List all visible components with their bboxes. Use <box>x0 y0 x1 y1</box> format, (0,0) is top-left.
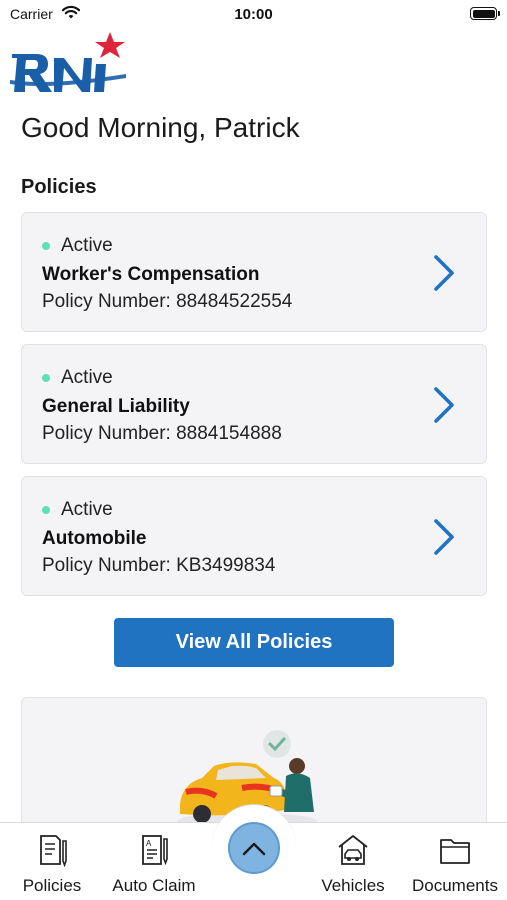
greeting: Good Morning, Patrick <box>21 112 300 143</box>
active-status-dot <box>42 374 50 382</box>
active-status-dot <box>42 242 50 250</box>
status-row: Active <box>42 235 113 257</box>
chevron-right-icon[interactable] <box>432 253 458 293</box>
chevron-up-icon <box>242 842 266 856</box>
policy-number: Policy Number: 88484522554 <box>42 291 293 312</box>
tab-label: Policies <box>22 876 82 895</box>
tab-label: Vehicles <box>321 876 385 895</box>
tab-label: Documents <box>412 876 498 895</box>
policies-section-title: Policies <box>21 176 97 198</box>
policy-card-automobile[interactable]: Active Automobile Policy Number: KB34998… <box>21 476 487 596</box>
claim-form-icon: A <box>142 835 168 866</box>
expand-menu-button[interactable] <box>228 822 280 874</box>
folder-icon <box>440 839 470 864</box>
company-logo <box>10 32 126 92</box>
tab-auto-claim[interactable]: A Auto Claim <box>104 829 204 897</box>
battery-icon <box>470 7 500 20</box>
clock: 10:00 <box>234 6 273 23</box>
policy-status: Active <box>61 235 113 256</box>
status-row: Active <box>42 499 113 521</box>
policy-name: Automobile <box>42 528 147 549</box>
tab-vehicles[interactable]: Vehicles <box>303 829 403 897</box>
policy-status: Active <box>61 367 113 388</box>
policy-name: General Liability <box>42 396 190 417</box>
car-garage-icon <box>338 835 368 865</box>
status-row: Active <box>42 367 113 389</box>
tab-label: Auto Claim <box>112 876 196 895</box>
chevron-right-icon[interactable] <box>432 517 458 557</box>
active-status-dot <box>42 506 50 514</box>
chevron-right-icon[interactable] <box>432 385 458 425</box>
policy-card-general-liability[interactable]: Active General Liability Policy Number: … <box>21 344 487 464</box>
view-all-policies-button[interactable]: View All Policies <box>114 618 394 667</box>
policy-name: Worker's Compensation <box>42 264 260 285</box>
status-bar: Carrier 10:00 <box>0 0 507 28</box>
policy-number: Policy Number: KB3499834 <box>42 555 276 576</box>
policy-number: Policy Number: 8884154888 <box>42 423 282 444</box>
tab-policies[interactable]: Policies <box>2 829 102 897</box>
policy-status: Active <box>61 499 113 520</box>
document-pen-icon <box>40 835 67 867</box>
svg-text:A: A <box>146 839 152 848</box>
tab-documents[interactable]: Documents <box>405 829 505 897</box>
policy-card-workers-compensation[interactable]: Active Worker's Compensation Policy Numb… <box>21 212 487 332</box>
